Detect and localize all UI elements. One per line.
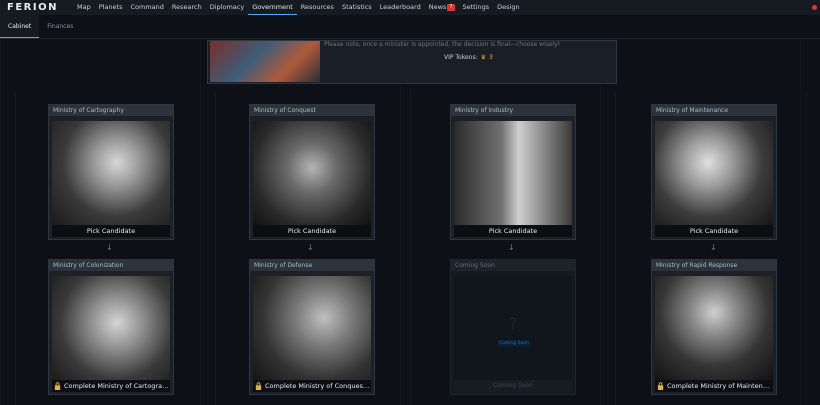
grid-line <box>215 90 216 405</box>
locked-requirement: Complete Ministry of Cartograph... <box>52 380 170 392</box>
nav-resources[interactable]: Resources <box>297 0 338 15</box>
question-icon: ? <box>508 314 518 333</box>
coming-soon-button: Coming Soon <box>454 380 572 392</box>
grid-line <box>806 90 807 405</box>
lock-icon <box>255 382 262 390</box>
ministry-card[interactable]: Ministry of Industry Pick Candidate <box>450 104 576 240</box>
down-arrow-icon: ↓ <box>710 243 717 252</box>
nav-research[interactable]: Research <box>168 0 206 15</box>
ministry-card[interactable]: Ministry of Defense Complete Ministry of… <box>249 259 375 395</box>
coming-soon-card: Coming Soon ? Coming Soon Coming Soon <box>450 259 576 395</box>
subtabs: Cabinet Finances <box>0 15 820 39</box>
card-title: Ministry of Defense <box>250 260 374 271</box>
ministry-card[interactable]: Ministry of Colonization Complete Minist… <box>48 259 174 395</box>
candidate-portrait <box>52 121 170 225</box>
grid-line <box>15 90 16 405</box>
nav-leaderboard[interactable]: Leaderboard <box>376 0 425 15</box>
card-title: Coming Soon <box>451 260 575 271</box>
news-badge: 7 <box>447 4 455 11</box>
grid-line <box>410 90 411 405</box>
tab-finances[interactable]: Finances <box>39 15 81 38</box>
candidate-portrait <box>655 121 773 225</box>
down-arrow-icon: ↓ <box>106 243 113 252</box>
vip-label: VIP Tokens: <box>444 54 478 61</box>
ministry-card[interactable]: Ministry of Maintenance Pick Candidate <box>651 104 777 240</box>
card-title: Ministry of Industry <box>451 105 575 116</box>
main-nav: Map Planets Command Research Diplomacy G… <box>73 0 524 15</box>
nav-news-label: News <box>428 3 447 11</box>
info-note: Please note, once a minister is appointe… <box>324 41 561 48</box>
pick-candidate-button[interactable]: Pick Candidate <box>253 225 371 237</box>
candidate-portrait <box>454 121 572 225</box>
ministry-card[interactable]: Ministry of Cartography Pick Candidate <box>48 104 174 240</box>
card-title: Ministry of Maintenance <box>652 105 776 116</box>
grid-line <box>615 90 616 405</box>
down-arrow-icon: ↓ <box>508 243 515 252</box>
vip-count: 3 <box>489 54 493 61</box>
nav-news[interactable]: News 7 <box>425 0 459 15</box>
nav-government[interactable]: Government <box>248 0 297 15</box>
coming-soon-placeholder: ? Coming Soon <box>454 276 572 380</box>
nav-design[interactable]: Design <box>493 0 523 15</box>
candidate-portrait <box>253 276 371 380</box>
card-title: Ministry of Conquest <box>250 105 374 116</box>
top-navbar: FERION Map Planets Command Research Dipl… <box>0 0 820 15</box>
candidate-portrait <box>52 276 170 380</box>
vip-tokens: VIP Tokens: ♛ 3 <box>444 54 493 61</box>
down-arrow-icon: ↓ <box>307 243 314 252</box>
lock-icon <box>54 382 61 390</box>
locked-requirement: Complete Ministry of Maintenanc... <box>655 380 773 392</box>
pick-candidate-button[interactable]: Pick Candidate <box>655 225 773 237</box>
nav-statistics[interactable]: Statistics <box>338 0 376 15</box>
candidate-portrait <box>253 121 371 225</box>
pick-candidate-button[interactable]: Pick Candidate <box>454 225 572 237</box>
nav-map[interactable]: Map <box>73 0 95 15</box>
minister-banner-image <box>210 41 320 82</box>
ministry-card[interactable]: Ministry of Rapid Response Complete Mini… <box>651 259 777 395</box>
pick-candidate-button[interactable]: Pick Candidate <box>52 225 170 237</box>
ministry-card[interactable]: Ministry of Conquest Pick Candidate <box>249 104 375 240</box>
app-logo[interactable]: FERION <box>7 2 73 13</box>
tab-cabinet[interactable]: Cabinet <box>0 15 40 38</box>
nav-planets[interactable]: Planets <box>95 0 127 15</box>
locked-requirement-text: Complete Ministry of Conquest t... <box>265 382 371 390</box>
locked-requirement-text: Complete Ministry of Maintenanc... <box>667 382 773 390</box>
nav-settings[interactable]: Settings <box>459 0 494 15</box>
card-title: Ministry of Colonization <box>49 260 173 271</box>
lock-icon <box>657 382 664 390</box>
nav-command[interactable]: Command <box>126 0 167 15</box>
cabinet-content: Please note, once a minister is appointe… <box>0 40 820 405</box>
coming-soon-label: Coming Soon <box>497 340 531 347</box>
card-title: Ministry of Cartography <box>49 105 173 116</box>
locked-requirement-text: Complete Ministry of Cartograph... <box>64 382 170 390</box>
crown-icon: ♛ <box>480 54 487 61</box>
nav-diplomacy[interactable]: Diplomacy <box>206 0 248 15</box>
notification-dot[interactable] <box>812 5 817 10</box>
candidate-portrait <box>655 276 773 380</box>
locked-requirement: Complete Ministry of Conquest t... <box>253 380 371 392</box>
info-panel: Please note, once a minister is appointe… <box>207 40 617 84</box>
card-title: Ministry of Rapid Response <box>652 260 776 271</box>
